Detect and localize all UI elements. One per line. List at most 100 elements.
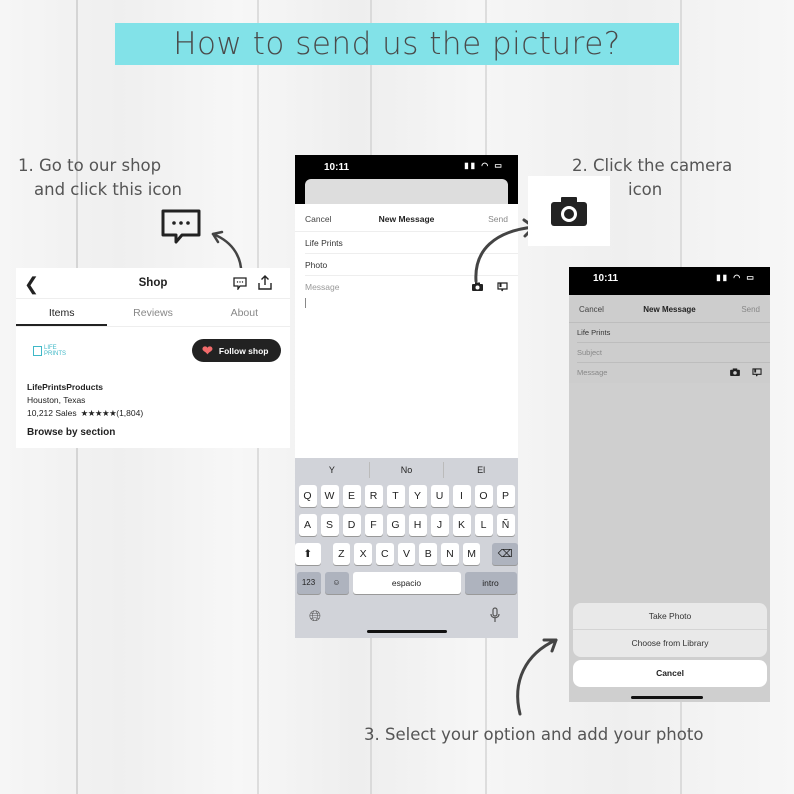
- key[interactable]: V: [397, 543, 416, 565]
- key[interactable]: Q: [298, 485, 317, 507]
- key[interactable]: J: [430, 514, 449, 536]
- key[interactable]: O: [474, 485, 493, 507]
- signal-wifi-battery-icon: ▮▮ ◠ ▭: [716, 273, 756, 282]
- message-title: New Message: [643, 305, 696, 314]
- follow-label: Follow shop: [218, 345, 269, 356]
- key[interactable]: Z: [332, 543, 351, 565]
- camera-icon: [551, 197, 587, 226]
- message-nav-bar: Cancel New Message Send: [569, 295, 770, 323]
- shop-sales-row: 10,212 Sales ★★★★★(1,804): [27, 407, 143, 420]
- arrow-icon: [516, 638, 558, 716]
- key[interactable]: F: [364, 514, 383, 536]
- key[interactable]: S: [320, 514, 339, 536]
- keyboard: Y No El Q W E R T Y U I O P A S D F G H …: [295, 458, 518, 638]
- shop-title: Shop: [138, 277, 168, 289]
- numbers-key[interactable]: 123: [296, 572, 321, 594]
- choose-from-library-option[interactable]: Choose from Library: [573, 630, 767, 657]
- star-rating-icon: ★★★★★: [80, 408, 117, 418]
- key[interactable]: Ñ: [496, 514, 515, 536]
- step1-line1: 1. Go to our shop: [18, 156, 162, 175]
- key[interactable]: W: [320, 485, 339, 507]
- take-photo-option[interactable]: Take Photo: [573, 603, 767, 630]
- action-cancel-button[interactable]: Cancel: [573, 660, 767, 687]
- microphone-icon[interactable]: [490, 607, 500, 623]
- globe-icon[interactable]: 🌐︎: [309, 608, 321, 625]
- key-row-4: 123 ☺ espacio intro: [295, 572, 518, 594]
- status-time: 10:11: [593, 273, 619, 284]
- new-message-sheet-dimmed: Cancel New Message Send Life Prints Subj…: [569, 295, 770, 383]
- message-placeholder: Message: [577, 368, 608, 377]
- suggestion[interactable]: No: [370, 462, 445, 478]
- key[interactable]: R: [364, 485, 383, 507]
- browse-by-section: Browse by section: [27, 427, 116, 438]
- key[interactable]: P: [496, 485, 515, 507]
- suggestion-bar: Y No El: [295, 458, 518, 482]
- logo-text-2: PRINTS: [44, 351, 67, 357]
- key[interactable]: H: [408, 514, 427, 536]
- home-indicator: [631, 696, 703, 699]
- step3-text: 3. Select your option and add your photo: [364, 725, 704, 744]
- subject-field[interactable]: Subject: [577, 343, 770, 363]
- emoji-key[interactable]: ☺: [324, 572, 349, 594]
- space-key[interactable]: espacio: [352, 572, 461, 594]
- key[interactable]: K: [452, 514, 471, 536]
- suggestion[interactable]: Y: [295, 462, 370, 478]
- key-row-1: Q W E R T Y U I O P: [295, 485, 518, 507]
- key[interactable]: L: [474, 514, 493, 536]
- status-time: 10:11: [324, 162, 350, 173]
- phone-screen-photo-options: 10:11 ▮▮ ◠ ▭ Cancel New Message Send Lif…: [569, 267, 770, 702]
- key[interactable]: M: [462, 543, 481, 565]
- step2-line1: 2. Click the camera: [572, 156, 733, 175]
- attachment-icon[interactable]: [752, 368, 762, 377]
- key[interactable]: I: [452, 485, 471, 507]
- photo-action-sheet: Take Photo Choose from Library: [573, 603, 767, 657]
- to-field[interactable]: Life Prints: [577, 323, 770, 343]
- follow-shop-button[interactable]: ❤ Follow shop: [192, 339, 281, 362]
- key-row-3: ⬆ Z X C V B N M ⌫: [295, 543, 518, 565]
- key[interactable]: Y: [408, 485, 427, 507]
- key[interactable]: T: [386, 485, 405, 507]
- status-bar: 10:11 ▮▮ ◠ ▭: [569, 267, 770, 289]
- shop-name[interactable]: LifePrintsProducts: [27, 381, 143, 394]
- text-cursor: [305, 298, 306, 308]
- signal-wifi-battery-icon: ▮▮ ◠ ▭: [464, 161, 504, 170]
- return-key[interactable]: intro: [464, 572, 517, 594]
- message-field[interactable]: Message: [577, 363, 770, 383]
- review-count[interactable]: (1,804): [116, 408, 143, 418]
- key[interactable]: D: [342, 514, 361, 536]
- shop-sales: 10,212 Sales: [27, 408, 77, 418]
- tab-items[interactable]: Items: [16, 299, 108, 326]
- key[interactable]: X: [354, 543, 372, 565]
- shift-key[interactable]: ⬆: [295, 543, 321, 565]
- key-row-2: A S D F G H J K L Ñ: [295, 514, 518, 536]
- step1-line2: and click this icon: [34, 180, 182, 199]
- step2-line2: icon: [628, 180, 663, 199]
- home-indicator: [367, 630, 447, 633]
- chat-bubble-icon: [160, 208, 202, 246]
- key[interactable]: C: [375, 543, 394, 565]
- tab-reviews[interactable]: Reviews: [107, 299, 198, 326]
- shop-location: Houston, Texas: [27, 395, 86, 405]
- shop-header: ❮ Shop: [16, 268, 290, 299]
- status-bar: 10:11 ▮▮ ◠ ▭: [295, 155, 518, 179]
- send-button[interactable]: Send: [741, 305, 760, 314]
- chat-bubble-icon[interactable]: [233, 277, 247, 290]
- shop-card: ❮ Shop Items Reviews About LIFE PRINTS ❤…: [16, 268, 290, 448]
- title-banner: How to send us the picture?: [115, 23, 679, 65]
- key[interactable]: U: [430, 485, 449, 507]
- backspace-key[interactable]: ⌫: [492, 543, 518, 565]
- key[interactable]: N: [441, 543, 459, 565]
- message-placeholder: Message: [305, 282, 340, 292]
- share-icon[interactable]: [258, 275, 272, 290]
- logo-mark-icon: [33, 346, 42, 356]
- key[interactable]: A: [298, 514, 317, 536]
- suggestion[interactable]: El: [444, 462, 518, 478]
- camera-icon[interactable]: [730, 368, 740, 377]
- key[interactable]: G: [386, 514, 405, 536]
- key[interactable]: E: [342, 485, 361, 507]
- shop-logo: LIFE PRINTS: [33, 345, 66, 357]
- tab-about[interactable]: About: [199, 299, 290, 326]
- heart-icon: ❤: [202, 342, 213, 358]
- camera-callout: [528, 176, 610, 246]
- key[interactable]: B: [419, 543, 438, 565]
